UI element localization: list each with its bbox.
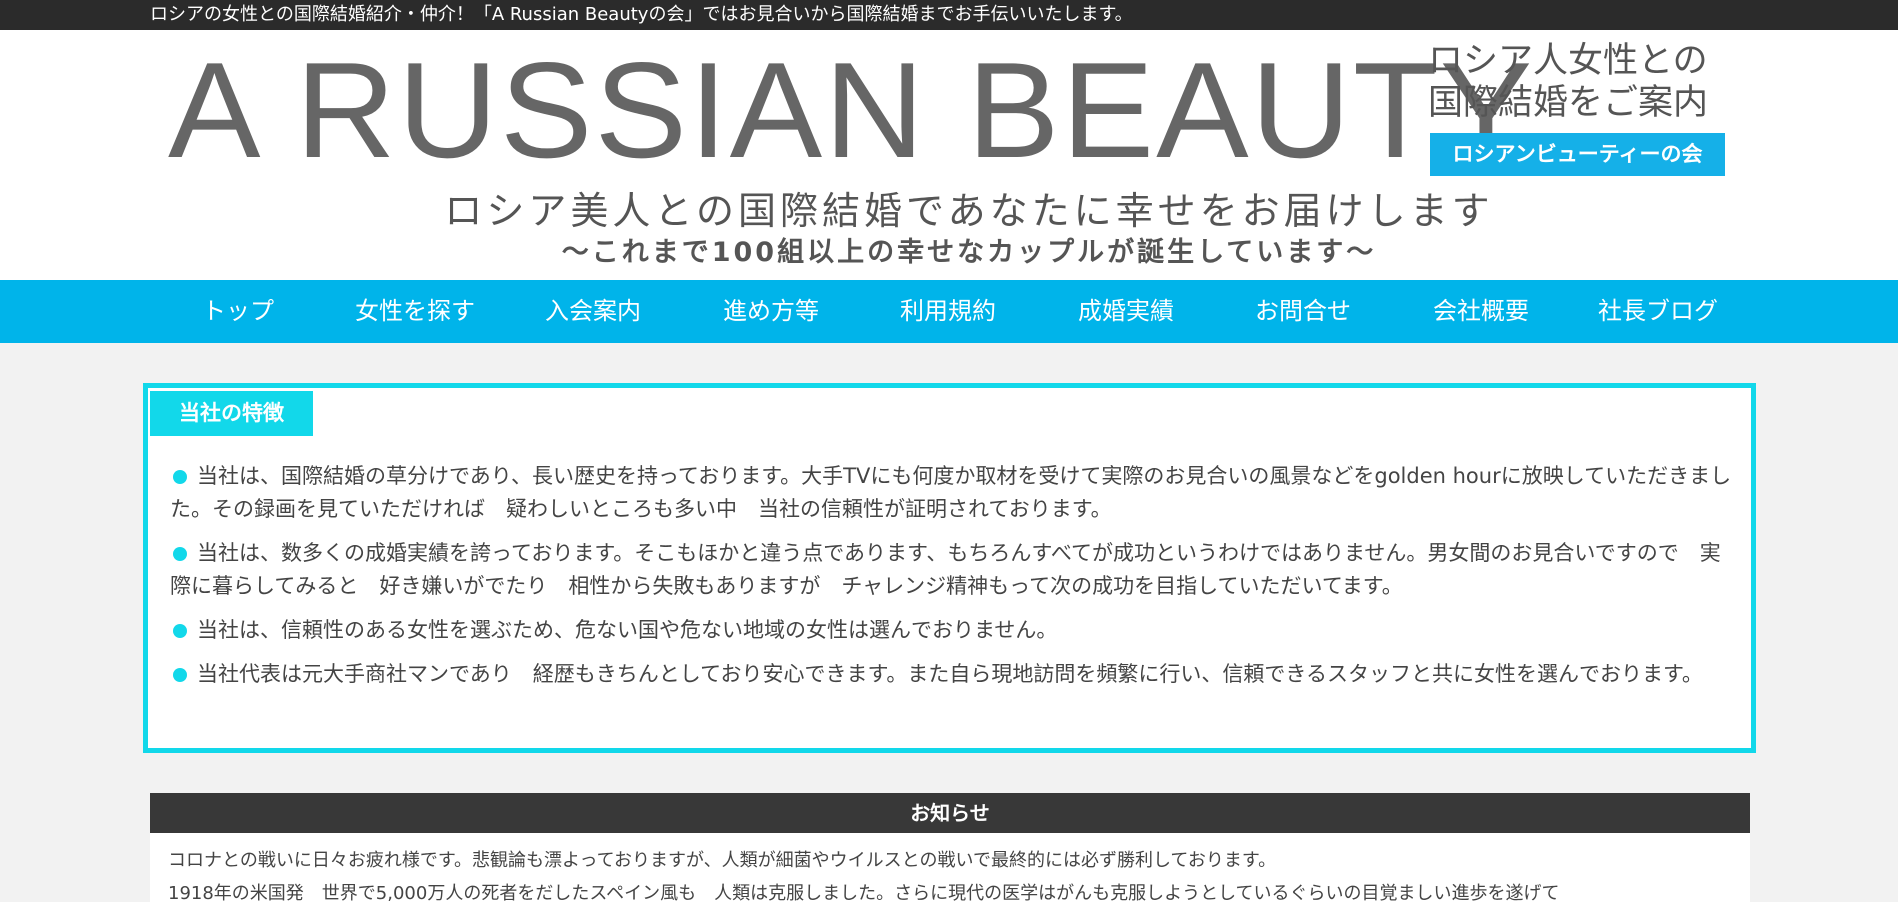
news-line: 1918年の米国発 世界で5,000万人の死者をだしたスペイン風も 人類は克服し… xyxy=(168,883,1560,902)
nav-item-blog[interactable]: 社長ブログ xyxy=(1583,280,1733,343)
features-box: 当社の特徴 当社は、国際結婚の草分けであり、長い歴史を持っております。大手TVに… xyxy=(143,383,1756,753)
nav-item-company[interactable]: 会社概要 xyxy=(1406,280,1556,343)
header-caption: ～これまで100組以上の幸せなカップルが誕生しています～ xyxy=(561,237,1377,268)
news-line: コロナとの戦いに日々お疲れ様です。悲観論も漂よっておりますが、人類が細菌やウイル… xyxy=(168,850,1277,871)
brand-badge: ロシアンビューティーの会 xyxy=(1430,133,1725,176)
bullet-icon xyxy=(173,547,187,561)
nav-item-terms[interactable]: 利用規約 xyxy=(873,280,1023,343)
tagline-line-2: 国際結婚をご案内 xyxy=(1428,83,1709,123)
feature-text: 当社代表は元大手商社マンであり 経歴もきちんとしており安心できます。また自ら現地… xyxy=(197,662,1703,686)
list-item: 当社は、信頼性のある女性を選ぶため、危ない国や危ない地域の女性は選んでおりません… xyxy=(170,614,1735,647)
list-item: 当社代表は元大手商社マンであり 経歴もきちんとしており安心できます。また自ら現地… xyxy=(170,658,1735,691)
nav-item-membership[interactable]: 入会案内 xyxy=(518,280,668,343)
list-item: 当社は、数多くの成婚実績を誇っております。そこもほかと違う点であります、もちろん… xyxy=(170,537,1735,603)
nav-item-process[interactable]: 進め方等 xyxy=(696,280,846,343)
list-item: 当社は、国際結婚の草分けであり、長い歴史を持っております。大手TVにも何度か取材… xyxy=(170,460,1735,526)
feature-list: 当社は、国際結婚の草分けであり、長い歴史を持っております。大手TVにも何度か取材… xyxy=(170,460,1735,702)
top-announcement-bar: ロシアの女性との国際結婚紹介・仲介！「A Russian Beautyの会」では… xyxy=(0,0,1898,30)
site-logo[interactable]: A RUSSIAN BEAUTY xyxy=(168,42,1534,178)
nav-item-find-women[interactable]: 女性を探す xyxy=(340,280,490,343)
nav-item-results[interactable]: 成婚実績 xyxy=(1051,280,1201,343)
nav-item-contact[interactable]: お問合せ xyxy=(1228,280,1378,343)
nav-item-top[interactable]: トップ xyxy=(163,280,313,343)
features-title: 当社の特徴 xyxy=(150,391,313,436)
feature-text: 当社は、国際結婚の草分けであり、長い歴史を持っております。大手TVにも何度か取材… xyxy=(170,464,1732,521)
announcement-text: ロシアの女性との国際結婚紹介・仲介！「A Russian Beautyの会」では… xyxy=(150,4,1133,25)
header-subtitle: ロシア美人との国際結婚であなたに幸せをお届けします xyxy=(444,189,1494,233)
bullet-icon xyxy=(173,668,187,682)
tagline-line-1: ロシア人女性との xyxy=(1428,41,1708,81)
main-nav: トップ 女性を探す 入会案内 進め方等 利用規約 成婚実績 お問合せ 会社概要 … xyxy=(0,280,1898,343)
news-body: コロナとの戦いに日々お疲れ様です。悲観論も漂よっておりますが、人類が細菌やウイル… xyxy=(150,833,1750,902)
site-header: A RUSSIAN BEAUTY ロシア人女性との 国際結婚をご案内 ロシアンビ… xyxy=(0,30,1898,280)
header-tagline: ロシア人女性との 国際結婚をご案内 xyxy=(1428,40,1708,124)
news-heading: お知らせ xyxy=(150,793,1750,833)
bullet-icon xyxy=(173,624,187,638)
feature-text: 当社は、信頼性のある女性を選ぶため、危ない国や危ない地域の女性は選んでおりません… xyxy=(197,618,1058,642)
bullet-icon xyxy=(173,470,187,484)
feature-text: 当社は、数多くの成婚実績を誇っております。そこもほかと違う点であります、もちろん… xyxy=(170,541,1721,598)
